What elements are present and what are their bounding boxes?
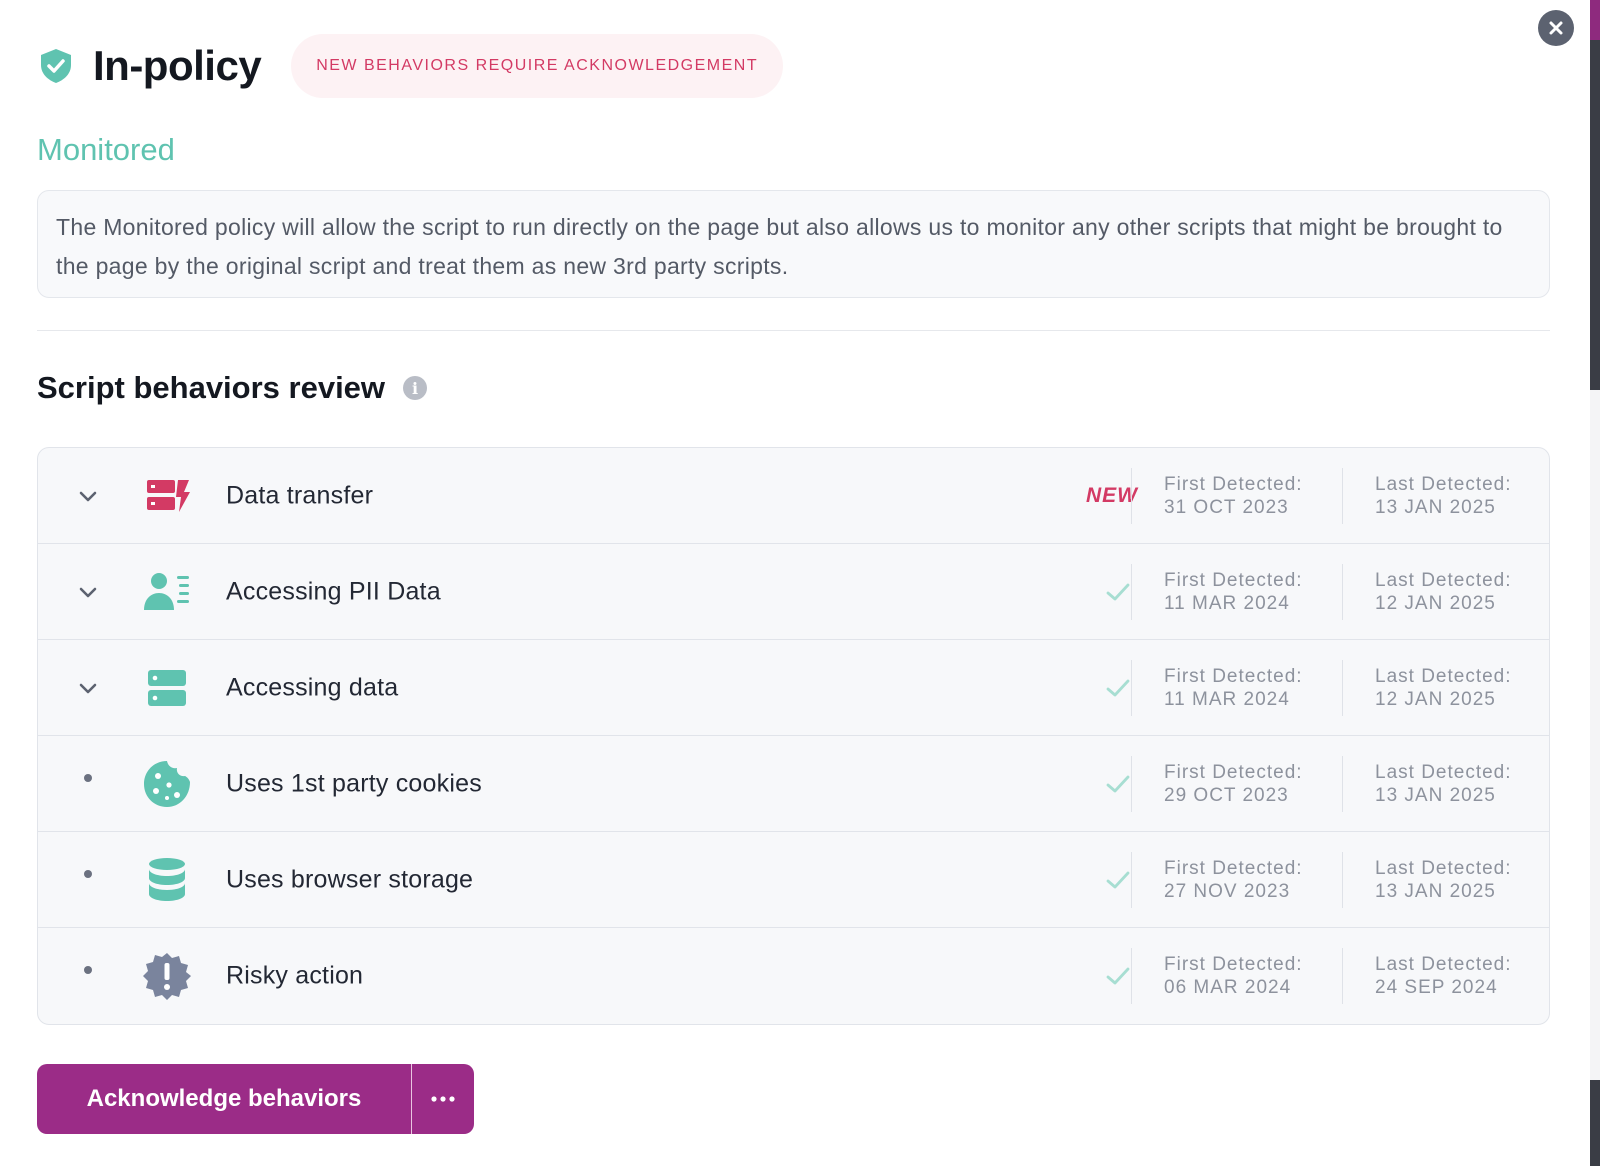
divider [1342, 948, 1343, 1004]
server-icon [148, 669, 186, 706]
chevron-down-icon[interactable] [76, 676, 100, 700]
behavior-row-first-party-cookies[interactable]: Uses 1st party cookies First Detected: 2… [38, 736, 1549, 832]
behavior-label: Data transfer [226, 481, 374, 509]
divider [1342, 756, 1343, 812]
info-icon[interactable]: i [403, 376, 428, 400]
section-title: Script behaviors review [37, 370, 386, 405]
divider [1131, 468, 1132, 524]
first-detected: First Detected: 27 NOV 2023 [1164, 857, 1303, 902]
first-detected: First Detected: 31 OCT 2023 [1164, 473, 1303, 518]
acknowledge-button-group: Acknowledge behaviors [37, 1064, 474, 1134]
check-icon [1106, 679, 1130, 696]
behavior-label: Uses 1st party cookies [226, 769, 482, 797]
database-icon [149, 857, 185, 901]
status-badge: NEW BEHAVIORS REQUIRE ACKNOWLEDGEMENT [291, 34, 784, 98]
last-detected: Last Detected: 13 JAN 2025 [1375, 761, 1512, 806]
chevron-down-icon[interactable] [76, 580, 100, 604]
user-list-icon [144, 572, 189, 610]
shield-check-icon [37, 47, 75, 85]
data-transfer-icon [147, 479, 190, 512]
behavior-label: Accessing PII Data [226, 577, 441, 605]
divider [1342, 852, 1343, 908]
more-icon [431, 1096, 455, 1102]
acknowledge-behaviors-button[interactable]: Acknowledge behaviors [37, 1064, 412, 1134]
last-detected: Last Detected: 13 JAN 2025 [1375, 473, 1512, 518]
divider [1342, 660, 1343, 716]
divider [1131, 852, 1132, 908]
bullet [84, 870, 92, 878]
policy-description: The Monitored policy will allow the scri… [37, 190, 1550, 298]
last-detected: Last Detected: 12 JAN 2025 [1375, 569, 1512, 614]
behavior-label: Uses browser storage [226, 865, 474, 893]
behavior-row-risky-action[interactable]: Risky action First Detected: 06 MAR 2024… [38, 928, 1549, 1024]
behavior-row-accessing-data[interactable]: Accessing data First Detected: 11 MAR 20… [38, 640, 1549, 736]
divider [1131, 564, 1132, 620]
check-icon [1106, 967, 1130, 985]
policy-name: Monitored [37, 132, 175, 167]
bullet [84, 774, 92, 782]
divider [1131, 948, 1132, 1004]
section-header: Script behaviors review i [37, 370, 428, 406]
behavior-label: Accessing data [226, 673, 399, 701]
warning-badge-icon [143, 953, 191, 1000]
check-icon [1106, 583, 1130, 600]
more-options-button[interactable] [412, 1064, 474, 1134]
modal-header: In-policy NEW BEHAVIORS REQUIRE ACKNOWLE… [37, 34, 784, 98]
chevron-down-icon[interactable] [76, 484, 100, 508]
first-detected: First Detected: 29 OCT 2023 [1164, 761, 1303, 806]
behavior-row-browser-storage[interactable]: Uses browser storage First Detected: 27 … [38, 832, 1549, 928]
check-icon [1106, 871, 1130, 888]
last-detected: Last Detected: 12 JAN 2025 [1375, 665, 1512, 710]
last-detected: Last Detected: 13 JAN 2025 [1375, 857, 1512, 902]
page-title: In-policy [93, 42, 262, 89]
first-detected: First Detected: 06 MAR 2024 [1164, 954, 1303, 998]
divider [1131, 756, 1132, 812]
divider [37, 330, 1550, 331]
divider [1342, 564, 1343, 620]
close-button[interactable] [1538, 10, 1574, 46]
divider [1342, 468, 1343, 524]
behaviors-list: Data transfer NEW First Detected: 31 OCT… [37, 447, 1550, 1025]
divider [1131, 660, 1132, 716]
cookie-icon [144, 760, 190, 807]
close-icon [1549, 21, 1563, 35]
bullet [84, 966, 92, 974]
behavior-label: Risky action [226, 961, 364, 990]
background-window-strip [1590, 0, 1600, 1166]
last-detected: Last Detected: 24 SEP 2024 [1375, 954, 1512, 998]
check-icon [1106, 775, 1130, 792]
first-detected: First Detected: 11 MAR 2024 [1164, 569, 1303, 614]
new-badge: NEW [1086, 483, 1138, 507]
behavior-row-data-transfer[interactable]: Data transfer NEW First Detected: 31 OCT… [38, 448, 1549, 544]
first-detected: First Detected: 11 MAR 2024 [1164, 665, 1303, 710]
behavior-row-accessing-pii-data[interactable]: Accessing PII Data First Detected: 11 MA… [38, 544, 1549, 640]
